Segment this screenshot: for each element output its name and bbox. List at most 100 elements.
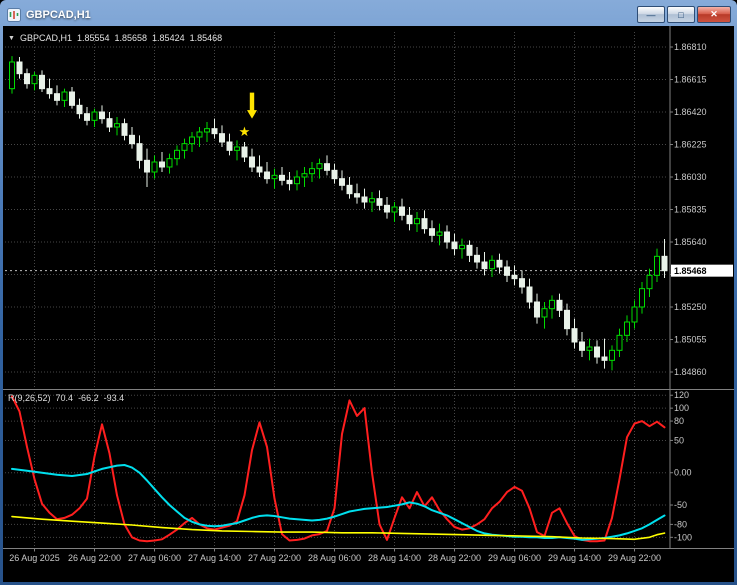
maximize-button[interactable]: □	[667, 6, 695, 23]
candle-body	[361, 196, 368, 203]
candle-body	[31, 74, 38, 85]
candle-body	[661, 255, 668, 272]
candle-body	[129, 134, 135, 145]
candle-body	[166, 158, 173, 168]
candle-body	[121, 123, 128, 136]
candle-body	[136, 143, 143, 161]
candle-body	[69, 91, 75, 106]
candle-body	[271, 174, 278, 180]
candle-body	[474, 254, 480, 263]
window-controls: — □ ✕	[637, 6, 731, 23]
candle-body	[459, 244, 465, 250]
candle-body	[579, 341, 585, 351]
time-label: 27 Aug 14:00	[188, 553, 241, 563]
time-label: 29 Aug 22:00	[608, 553, 661, 563]
candle-body	[9, 61, 15, 90]
candle-body	[646, 274, 653, 290]
candle-body	[24, 73, 30, 85]
candle-body	[489, 259, 495, 270]
candle-body	[594, 346, 600, 358]
candle-body	[84, 113, 90, 121]
osc-level-label: -100	[674, 532, 692, 542]
collapse-icon[interactable]: ▼	[8, 35, 15, 42]
close-button[interactable]: ✕	[697, 6, 731, 23]
current-price-label: 1.85468	[674, 266, 707, 276]
arrow-down-annotation	[247, 92, 257, 119]
price-label: 1.86225	[674, 140, 707, 150]
osc-level-label: 80	[674, 416, 684, 426]
candle-body	[249, 156, 255, 168]
price-label: 1.84860	[674, 367, 707, 377]
candle-body	[99, 111, 105, 120]
candle-body	[511, 274, 518, 280]
chart-canvas[interactable]: 26 Aug 2025 26 Aug 22:00 27 Aug 06:00 27 Au…	[3, 26, 734, 582]
candle-body	[444, 231, 450, 243]
candle-body	[654, 255, 660, 276]
time-label: 27 Aug 06:00	[128, 553, 181, 563]
minimize-button[interactable]: —	[637, 6, 665, 23]
candle-body	[286, 179, 293, 185]
candle-body	[466, 244, 473, 256]
candle-body	[631, 306, 638, 323]
time-label: 28 Aug 06:00	[308, 553, 361, 563]
indicator-header: R(9,26,52) 70.4 -66.2 -93.4	[8, 393, 124, 403]
candle-body	[241, 146, 248, 158]
candle-body	[196, 131, 203, 138]
low-value: 1.85424	[152, 33, 185, 43]
chart-icon	[6, 7, 21, 22]
candle-body	[451, 241, 458, 250]
chart-window: GBPCAD,H1 — □ ✕ 26 Aug 2025 26 Aug 22:00 2…	[0, 0, 737, 585]
time-label: 29 Aug 06:00	[488, 553, 541, 563]
candle-body	[316, 163, 323, 170]
price-label: 1.86420	[674, 107, 707, 117]
osc-level-label: 0.00	[674, 468, 692, 478]
candle-body	[624, 321, 630, 336]
time-label: 26 Aug 2025	[9, 553, 60, 563]
candle-body	[204, 128, 210, 133]
chart-icon-glyph	[6, 7, 21, 22]
price-label: 1.86810	[674, 42, 707, 52]
open-value: 1.85554	[76, 33, 110, 43]
candle-body	[496, 259, 503, 268]
candle-body	[571, 328, 578, 343]
candle-body	[16, 61, 23, 75]
candle-body	[106, 118, 113, 128]
candle-body	[541, 308, 548, 318]
candle-body	[294, 176, 300, 185]
price-label: 1.85835	[674, 205, 707, 215]
candle-body	[234, 146, 240, 151]
candle-body	[226, 141, 233, 151]
candle-body	[346, 184, 353, 195]
candle-body	[211, 128, 218, 135]
candle-body	[601, 356, 608, 361]
indicator-label: R(9,26,52)	[8, 393, 51, 403]
indicator-value-slow: -93.4	[103, 393, 125, 403]
price-label: 1.85055	[674, 335, 707, 345]
candle-body	[586, 346, 593, 351]
ohlc-header: ▼ GBPCAD,H1 1.85554 1.85658 1.85424 1.85…	[8, 33, 222, 43]
close-value: 1.85468	[189, 33, 223, 43]
candle-body	[301, 173, 308, 178]
high-value: 1.85658	[114, 33, 148, 43]
candle-body	[429, 228, 435, 236]
title-bar[interactable]: GBPCAD,H1 — □ ✕	[3, 3, 734, 26]
candle-body	[256, 166, 263, 173]
candle-body	[519, 278, 525, 288]
candle-body	[616, 334, 623, 351]
indicator-value-fast: 70.4	[55, 393, 74, 403]
candle-body	[114, 123, 120, 128]
osc-level-label: -80	[674, 519, 687, 529]
candle-body	[331, 169, 338, 180]
osc-level-label: -50	[674, 500, 687, 510]
candle-body	[534, 301, 540, 318]
candle-body	[76, 104, 83, 115]
candle-body	[39, 74, 45, 90]
candle-body	[189, 136, 195, 145]
price-label: 1.85640	[674, 237, 707, 247]
chart-client-area[interactable]: 26 Aug 2025 26 Aug 22:00 27 Aug 06:00 27 Au…	[3, 26, 734, 582]
candle-body	[151, 161, 158, 173]
candle-body	[144, 159, 150, 173]
indicator-value-mid: -66.2	[78, 393, 99, 403]
candle-body	[324, 163, 330, 171]
osc-level-label: 100	[674, 403, 689, 413]
